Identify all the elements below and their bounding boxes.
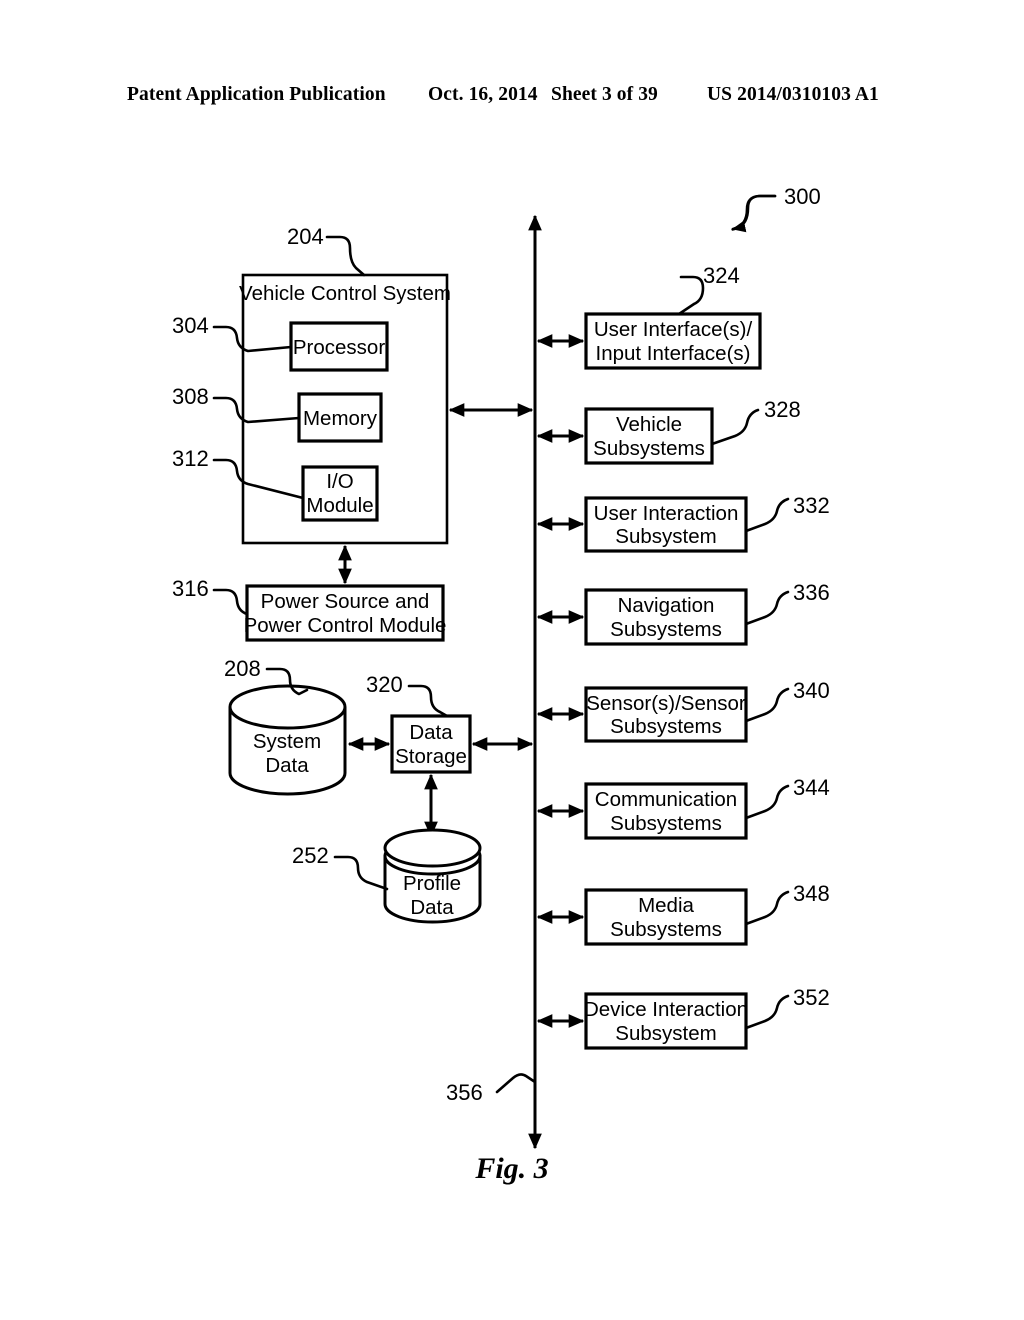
subsystem-media: Media Subsystems 348 — [536, 881, 830, 946]
ref-340-leader — [744, 687, 790, 723]
ref-344-leader — [744, 784, 790, 820]
subsystem-user-interaction-line2: Subsystem — [615, 525, 716, 548]
ref-332-leader — [744, 497, 790, 533]
ref-336-leader — [744, 590, 790, 626]
ref-312: 312 — [172, 446, 209, 471]
subsystem-device-interaction: Device Interaction Subsystem 352 — [536, 985, 830, 1050]
system-ref-arrow — [731, 194, 777, 233]
ref-348: 348 — [793, 881, 830, 906]
ref-320: 320 — [366, 672, 403, 697]
ref-352: 352 — [793, 985, 830, 1010]
ref-336: 336 — [793, 580, 830, 605]
ref-356: 356 — [446, 1080, 483, 1105]
subsystem-sensor: Sensor(s)/Sensor Subsystems 340 — [536, 678, 830, 743]
ref-344: 344 — [793, 775, 830, 800]
ref-252: 252 — [292, 843, 329, 868]
bus-ref-leader — [495, 1073, 537, 1094]
subsystem-device-interaction-line1: Device Interaction — [584, 998, 748, 1021]
ref-348-leader — [744, 890, 790, 926]
profile-data-label-line2: Data — [410, 896, 454, 919]
subsystem-user-interaction: User Interaction Subsystem 332 — [536, 493, 830, 553]
subsystem-vehicle: Vehicle Subsystems 328 — [536, 397, 801, 465]
system-data-label-line2: Data — [265, 754, 309, 777]
ref-332: 332 — [793, 493, 830, 518]
ref-324-leader — [677, 275, 705, 316]
ref-204-leader — [325, 235, 366, 277]
ref-328-leader — [710, 408, 760, 446]
data-storage-label-line1: Data — [409, 721, 453, 744]
figure-diagram: 356 300 Vehicle Control System 204 Proce… — [172, 184, 830, 1150]
profile-data-label-line1: Profile — [403, 872, 461, 895]
subsystem-vehicle-line1: Vehicle — [616, 413, 682, 436]
ref-340: 340 — [793, 678, 830, 703]
memory-label: Memory — [303, 407, 378, 430]
subsystem-device-interaction-line2: Subsystem — [615, 1022, 716, 1045]
system-ref-leader — [731, 194, 777, 231]
subsystem-communication-line1: Communication — [595, 788, 737, 811]
figure-caption: Fig. 3 — [475, 1152, 549, 1185]
subsystem-user-interaction-line1: User Interaction — [594, 502, 739, 525]
subsystem-communication: Communication Subsystems 344 — [536, 775, 830, 840]
patent-figure-page: Patent Application Publication Oct. 16, … — [0, 0, 1024, 1320]
ref-308: 308 — [172, 384, 209, 409]
subsystem-navigation-line1: Navigation — [618, 594, 715, 617]
io-module-label-line2: Module — [306, 494, 373, 517]
power-source-label-line2: Power Control Module — [244, 614, 447, 637]
subsystem-communication-line2: Subsystems — [610, 812, 722, 835]
ref-304: 304 — [172, 313, 209, 338]
vehicle-control-system-title: Vehicle Control System — [239, 282, 451, 305]
ref-204: 204 — [287, 224, 324, 249]
system-data-label-line1: System — [253, 730, 321, 753]
ref-328: 328 — [764, 397, 801, 422]
subsystem-media-line1: Media — [638, 894, 694, 917]
ref-316-leader — [212, 588, 249, 616]
subsystem-user-interface: User Interface(s)/ Input Interface(s) 32… — [536, 263, 762, 370]
ref-320-leader — [407, 684, 449, 718]
data-storage-label-line2: Storage — [395, 745, 467, 768]
subsystem-media-line2: Subsystems — [610, 918, 722, 941]
subsystem-user-interface-line2: Input Interface(s) — [596, 342, 751, 365]
subsystem-sensor-line2: Subsystems — [610, 715, 722, 738]
subsystem-sensor-line1: Sensor(s)/Sensor — [586, 692, 746, 715]
subsystem-vehicle-line2: Subsystems — [593, 437, 705, 460]
ref-300: 300 — [784, 184, 821, 209]
ref-316: 316 — [172, 576, 209, 601]
processor-label: Processor — [293, 336, 385, 359]
ref-324: 324 — [703, 263, 740, 288]
ref-352-leader — [744, 994, 790, 1030]
subsystem-navigation-line2: Subsystems — [610, 618, 722, 641]
subsystem-user-interface-line1: User Interface(s)/ — [594, 318, 753, 341]
io-module-label-line1: I/O — [326, 470, 353, 493]
subsystem-navigation: Navigation Subsystems 336 — [536, 580, 830, 646]
ref-252-leader — [333, 855, 389, 891]
power-source-label-line1: Power Source and — [261, 590, 430, 613]
ref-208: 208 — [224, 656, 261, 681]
